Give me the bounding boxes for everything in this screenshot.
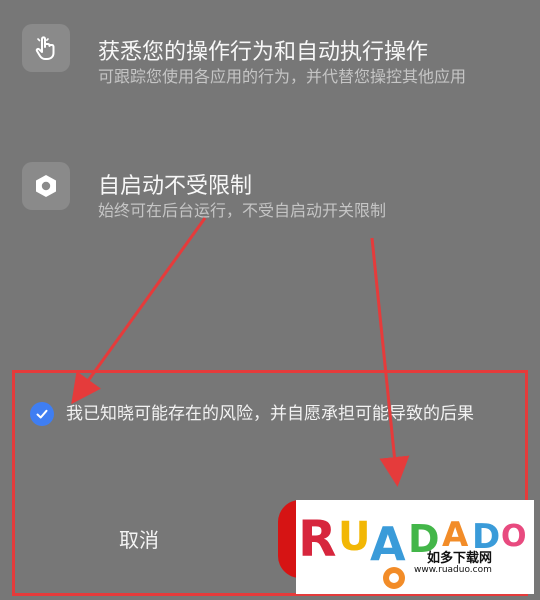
acknowledge-text: 我已知晓可能存在的风险，并自愿承担可能导致的后果	[66, 404, 474, 424]
checkmark-icon	[36, 409, 48, 419]
watermark-url: www.ruaduo.com	[414, 565, 492, 575]
permission-title-operation: 获悉您的操作行为和自动执行操作	[98, 40, 429, 65]
acknowledge-checkbox[interactable]	[30, 402, 54, 426]
touch-gesture-icon	[22, 24, 70, 72]
permission-desc-operation: 可跟踪您使用各应用的行为，并代替您操控其他应用	[98, 67, 467, 86]
arrow-to-checkbox	[71, 217, 207, 405]
permission-desc-autostart: 始终可在后台运行，不受自启动开关限制	[98, 201, 387, 220]
watermark-subtitle: 如多下载网	[427, 551, 493, 566]
permission-title-autostart: 自启动不受限制	[98, 174, 253, 199]
cancel-button[interactable]: 取消	[84, 514, 194, 562]
autostart-hexagon-icon	[22, 162, 70, 210]
